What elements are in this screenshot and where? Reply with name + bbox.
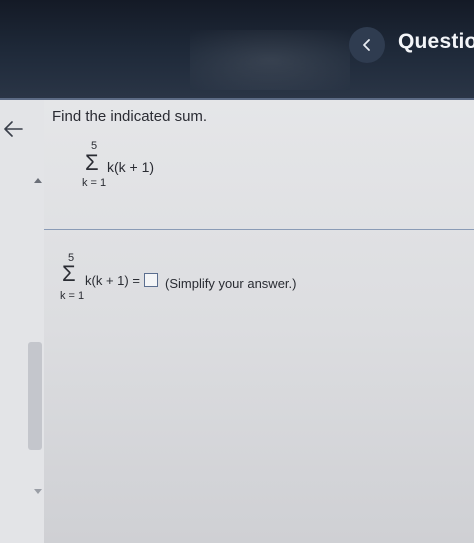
arrow-left-icon[interactable] (2, 117, 26, 141)
sum-expression: k(k + 1) = (85, 273, 140, 288)
sigma-symbol: Σ (85, 150, 99, 175)
sum-lower-limit: k = 1 (60, 290, 85, 302)
scrollbar-thumb[interactable] (28, 342, 42, 450)
header-title: Questior (398, 30, 474, 53)
chevron-left-icon (363, 39, 370, 51)
sigma-symbol: Σ (62, 261, 76, 286)
sum-lower-limit: k = 1 (82, 177, 107, 189)
question-prompt: Find the indicated sum. (52, 108, 208, 125)
sum-expression: k(k + 1) (107, 159, 155, 175)
simplify-hint: (Simplify your answer.) (165, 276, 297, 291)
caret-up-icon[interactable] (33, 176, 43, 184)
answer-summation: 5 Σ k = 1 k(k + 1) = (58, 252, 148, 308)
caret-down-icon[interactable] (33, 488, 43, 496)
section-divider (44, 229, 474, 230)
question-summation: 5 Σ k = 1 k(k + 1) (80, 140, 200, 196)
header-divider (0, 98, 474, 100)
top-header-bar: Questior (0, 0, 474, 98)
answer-input-box[interactable] (144, 273, 158, 287)
screen-glare (190, 30, 350, 90)
page: Questior Find the indicated sum. 5 Σ k =… (0, 0, 474, 543)
previous-question-button[interactable] (349, 27, 385, 63)
